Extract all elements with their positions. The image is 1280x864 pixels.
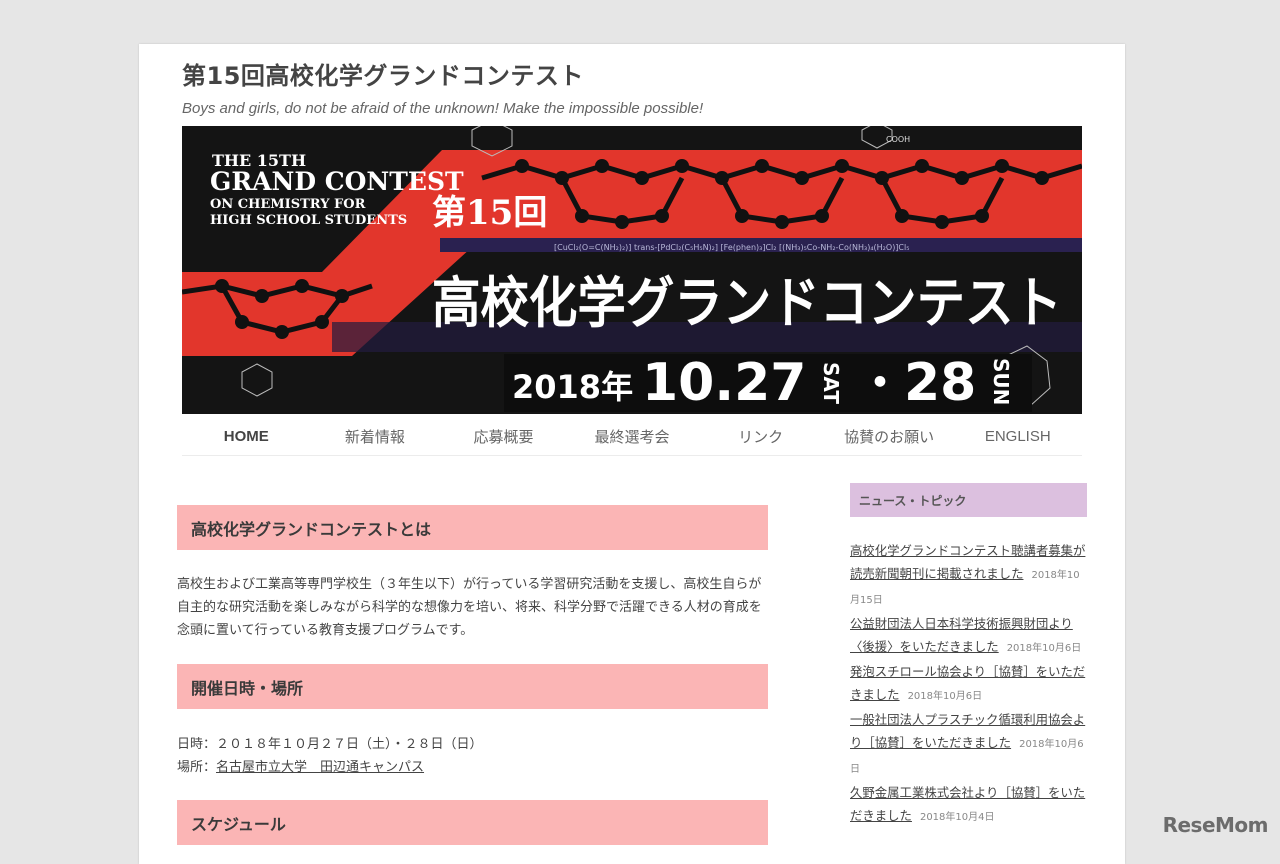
banner-year: 2018年 <box>512 368 633 406</box>
site-title[interactable]: 第15回高校化学グランドコンテスト <box>182 56 584 91</box>
nav-item-final-selection[interactable]: 最終選考会 <box>568 426 697 447</box>
news-date: 2018年10月4日 <box>919 812 995 823</box>
news-item: 久野金属工業株式会社より［協賛］をいただきました 2018年10月4日 <box>850 781 1088 829</box>
banner-en-line2: GRAND CONTEST <box>210 167 464 196</box>
venue-text: 日時：２０１８年１０月２７日（土）・２８日（日） 場所：名古屋市立大学 田辺通キ… <box>177 733 773 779</box>
about-heading-text: 高校化学グランドコンテストとは <box>191 519 432 539</box>
banner-date1: 10.27 <box>642 353 806 413</box>
schedule-heading: スケジュール <box>177 800 768 845</box>
banner-day2: SUN <box>989 358 1013 405</box>
event-date: 日時：２０１８年１０月２７日（土）・２８日（日） <box>177 737 483 752</box>
news-item: 高校化学グランドコンテスト聴講者募集が読売新聞朝刊に掲載されました 2018年10… <box>850 539 1088 612</box>
sidebar-news-heading: ニュース・トピック <box>850 483 1087 517</box>
news-item: 発泡スチロール協会より［協賛］をいただきました 2018年10月6日 <box>850 660 1088 708</box>
main-nav: HOME 新着情報 応募概要 最終選考会 リンク 協賛のお願い ENGLISH <box>182 418 1082 456</box>
sidebar-heading-text: ニュース・トピック <box>859 493 967 508</box>
formula-cooh: COOH <box>886 135 910 144</box>
resemom-watermark-logo: ReseMom <box>1162 813 1269 837</box>
banner-dot: ・ <box>858 358 902 409</box>
venue-heading-text: 開催日時・場所 <box>191 678 304 698</box>
site-description: Boys and girls, do not be afraid of the … <box>182 100 704 117</box>
schedule-heading-text: スケジュール <box>191 814 286 834</box>
nav-item-english[interactable]: ENGLISH <box>953 428 1082 445</box>
banner-jp-title: 高校化学グランドコンテスト <box>432 270 1062 335</box>
nav-item-sponsorship[interactable]: 協賛のお願い <box>825 426 954 447</box>
banner-en-line3: ON CHEMISTRY FOR <box>210 197 366 212</box>
about-heading: 高校化学グランドコンテストとは <box>177 505 768 550</box>
banner-jp-edition: 第15回 <box>432 193 547 233</box>
news-list: 高校化学グランドコンテスト聴講者募集が読売新聞朝刊に掲載されました 2018年10… <box>850 539 1088 829</box>
about-text: 高校生および工業高等専門学校生（３年生以下）が行っている学習研究活動を支援し、高… <box>177 577 762 638</box>
news-item: 一般社団法人プラスチック循環利用協会より［協賛］をいただきました 2018年10月… <box>850 708 1088 781</box>
page-container: 第15回高校化学グランドコンテスト Boys and girls, do not… <box>139 44 1125 864</box>
nav-item-home[interactable]: HOME <box>182 428 311 445</box>
venue-heading: 開催日時・場所 <box>177 664 768 709</box>
news-date: 2018年10月6日 <box>907 691 983 702</box>
news-date: 2018年10月6日 <box>1006 643 1082 654</box>
event-place: 場所：名古屋市立大学 田辺通キャンパス <box>177 756 773 779</box>
nav-item-links[interactable]: リンク <box>696 426 825 447</box>
banner-en-line4: HIGH SCHOOL STUDENTS <box>210 213 407 228</box>
place-label: 場所： <box>177 760 217 775</box>
place-link[interactable]: 名古屋市立大学 田辺通キャンパス <box>216 760 424 775</box>
nav-item-news[interactable]: 新着情報 <box>311 426 440 447</box>
formula-line: [CuCl₂(O=C(NH₂)₂)] trans-[PdCl₂(C₅H₅N)₂]… <box>554 243 909 252</box>
nav-item-application[interactable]: 応募概要 <box>439 426 568 447</box>
banner-day1: SAT <box>819 362 843 404</box>
news-item: 公益財団法人日本科学技術振興財団より〈後援〉をいただきました 2018年10月6日 <box>850 612 1088 660</box>
header-banner: COOH [CuCl₂(O=C(NH₂)₂)] trans-[PdCl₂(C₅H… <box>182 126 1082 414</box>
banner-date2: 28 <box>904 353 976 413</box>
